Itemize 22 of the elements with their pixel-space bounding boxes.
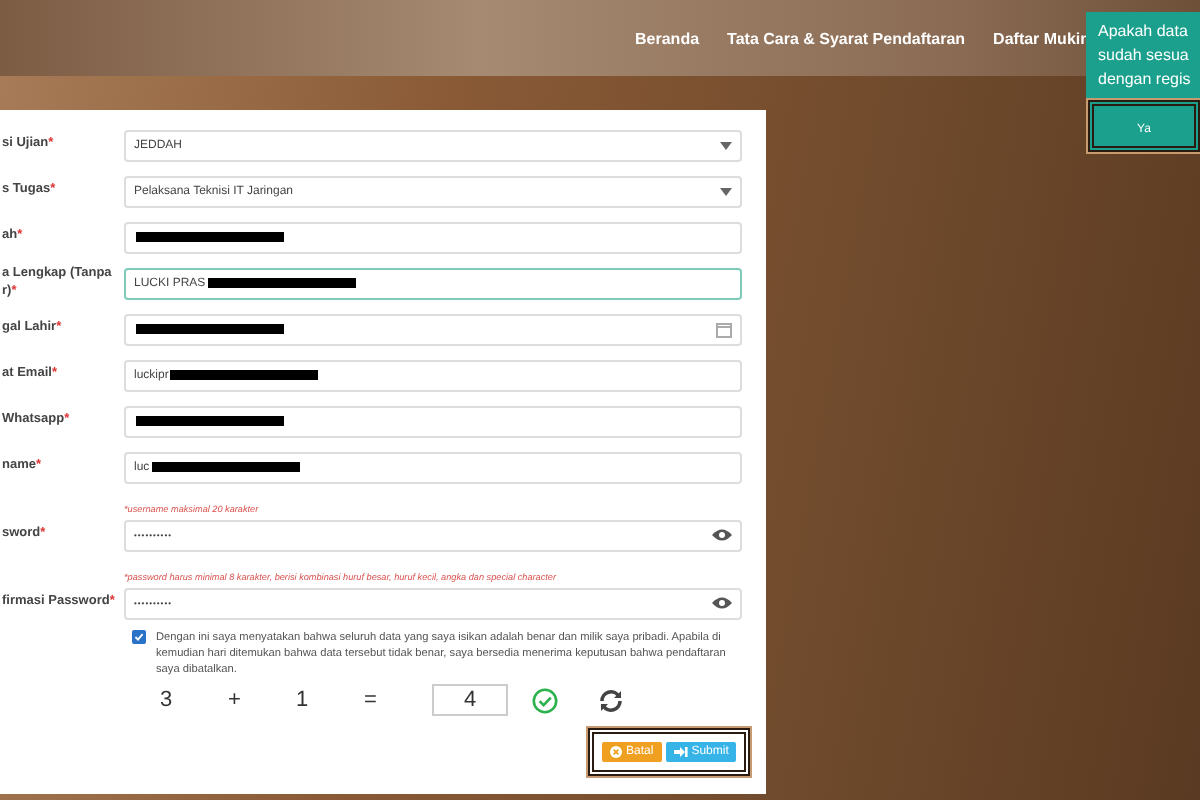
captcha-number: 1 bbox=[296, 688, 311, 713]
captcha-number: 3 bbox=[160, 688, 175, 713]
nav-link[interactable]: Beranda bbox=[635, 29, 700, 47]
plus-sign: + bbox=[228, 688, 243, 713]
equals-sign: = bbox=[364, 688, 379, 713]
input-field[interactable] bbox=[124, 313, 742, 345]
caret-icon bbox=[720, 187, 732, 195]
checkbox[interactable] bbox=[132, 630, 146, 644]
sign-in-icon bbox=[673, 746, 688, 758]
popover-text: dengan regis bbox=[1098, 68, 1193, 92]
input-field[interactable] bbox=[124, 405, 742, 437]
eye-icon[interactable] bbox=[712, 596, 732, 610]
calendar-icon bbox=[716, 321, 732, 337]
captcha-answer-field[interactable]: 4 bbox=[432, 684, 508, 717]
nav-link[interactable]: Tata Cara & Syarat Pendaftaran bbox=[727, 29, 966, 47]
popover-text: sudah sesua bbox=[1098, 44, 1191, 68]
caret-icon bbox=[720, 141, 732, 149]
eye-icon[interactable] bbox=[712, 528, 732, 542]
popover-text: Apakah data bbox=[1098, 20, 1190, 44]
cancel-icon bbox=[610, 746, 622, 758]
input-field[interactable] bbox=[124, 221, 742, 253]
refresh-icon[interactable] bbox=[598, 687, 624, 714]
